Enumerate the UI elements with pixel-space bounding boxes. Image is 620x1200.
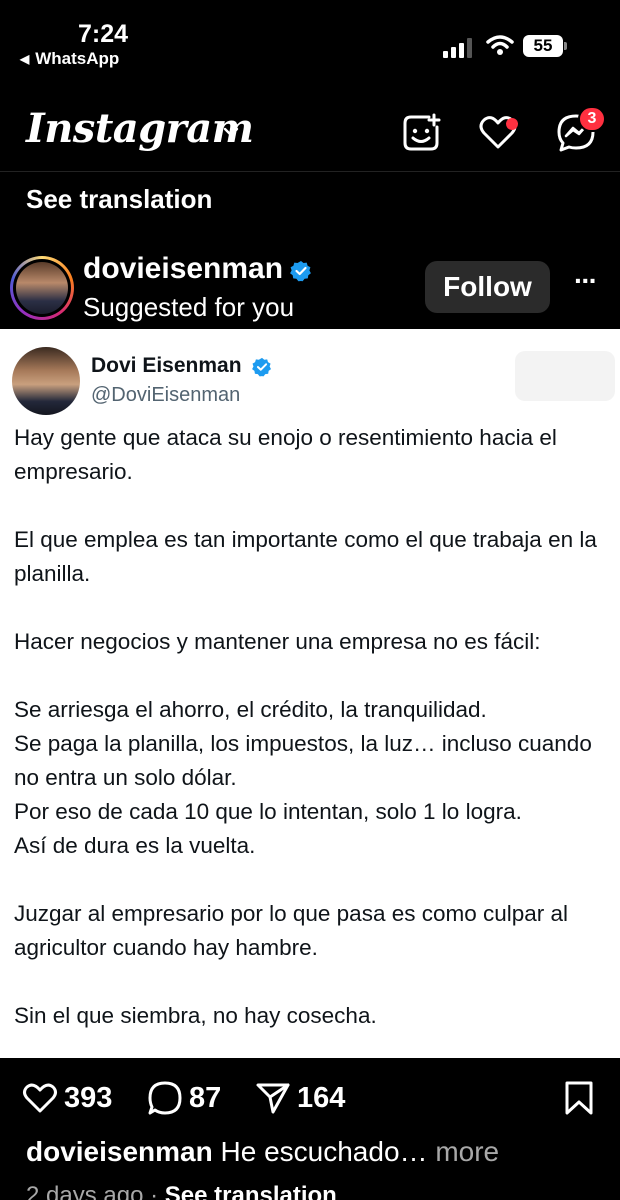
tweet-author-name: Dovi Eisenman [91, 354, 242, 377]
meta-separator: · [150, 1182, 159, 1200]
comment-button[interactable]: 87 [147, 1080, 221, 1116]
tweet-text: Hay gente que ataca su enojo o resentimi… [14, 421, 610, 1067]
status-time: 7:24 [78, 20, 129, 48]
verified-icon [252, 357, 271, 377]
tweet-paragraph: El que emplea es tan importante como el … [14, 527, 597, 586]
post-username[interactable]: dovieisenman [83, 252, 283, 286]
back-triangle-icon: ◀ [20, 52, 30, 66]
like-count: 393 [64, 1081, 113, 1114]
add-post-icon[interactable] [401, 113, 441, 153]
bookmark-icon[interactable] [562, 1080, 596, 1116]
avatar[interactable] [10, 256, 74, 320]
watermark [515, 351, 615, 401]
messages-badge: 3 [578, 106, 606, 132]
tweet-handle: @DoviEisenman [91, 384, 241, 406]
battery-level: 55 [533, 36, 553, 55]
post-meta: 2 days ago · See translation [26, 1182, 337, 1200]
tweet-paragraph: Sin el que siembra, no hay cosecha. [14, 1003, 377, 1028]
post-time: 2 days ago [26, 1182, 144, 1200]
heart-icon [23, 1083, 57, 1113]
app-header: Instagram [0, 95, 620, 171]
verified-icon [290, 261, 311, 282]
caption-more-link[interactable]: more [435, 1136, 499, 1167]
wifi-icon [486, 35, 514, 55]
tweet-paragraph: Juzgar al empresario por lo que pasa es … [14, 901, 569, 960]
tweet-paragraph: Se arriesga el ahorro, el crédito, la tr… [14, 697, 592, 858]
header-divider [0, 171, 620, 172]
post-header: dovieisenman Suggested for you Follow ··… [0, 250, 620, 328]
back-app-label: WhatsApp [35, 49, 120, 68]
notification-dot [506, 118, 518, 130]
follow-button[interactable]: Follow [425, 261, 550, 313]
status-bar: 7:24 ◀ WhatsApp 55 [0, 0, 620, 80]
caption-text: He escuchado… [220, 1136, 428, 1167]
send-icon [256, 1083, 290, 1114]
battery-icon: 55 [523, 35, 567, 57]
share-count: 164 [297, 1081, 346, 1114]
tweet-paragraph: Hacer negocios y mantener una empresa no… [14, 629, 541, 654]
see-translation-link[interactable]: See translation [165, 1182, 337, 1200]
action-bar: 393 87 164 [0, 1068, 620, 1128]
comment-count: 87 [189, 1081, 222, 1114]
caption-username[interactable]: dovieisenman [26, 1136, 213, 1167]
post-image[interactable]: Dovi Eisenman @DoviEisenman Hay gente qu… [0, 329, 620, 1058]
chevron-down-icon[interactable] [222, 123, 240, 141]
cellular-signal-icon [443, 38, 472, 58]
share-button[interactable]: 164 [255, 1080, 345, 1116]
see-translation-link[interactable]: See translation [26, 184, 212, 215]
suggested-label: Suggested for you [83, 292, 295, 322]
comment-icon [148, 1081, 182, 1115]
instagram-logo[interactable]: Instagram [26, 105, 254, 152]
more-options-button[interactable]: ··· [570, 267, 600, 302]
caption: dovieisenman He escuchado… more [26, 1136, 499, 1168]
back-to-app-button[interactable]: ◀ WhatsApp [20, 49, 119, 69]
tweet-avatar [12, 347, 80, 415]
tweet-paragraph: Hay gente que ataca su enojo o resentimi… [14, 425, 557, 484]
like-button[interactable]: 393 [22, 1080, 112, 1116]
avatar-photo [16, 262, 68, 314]
